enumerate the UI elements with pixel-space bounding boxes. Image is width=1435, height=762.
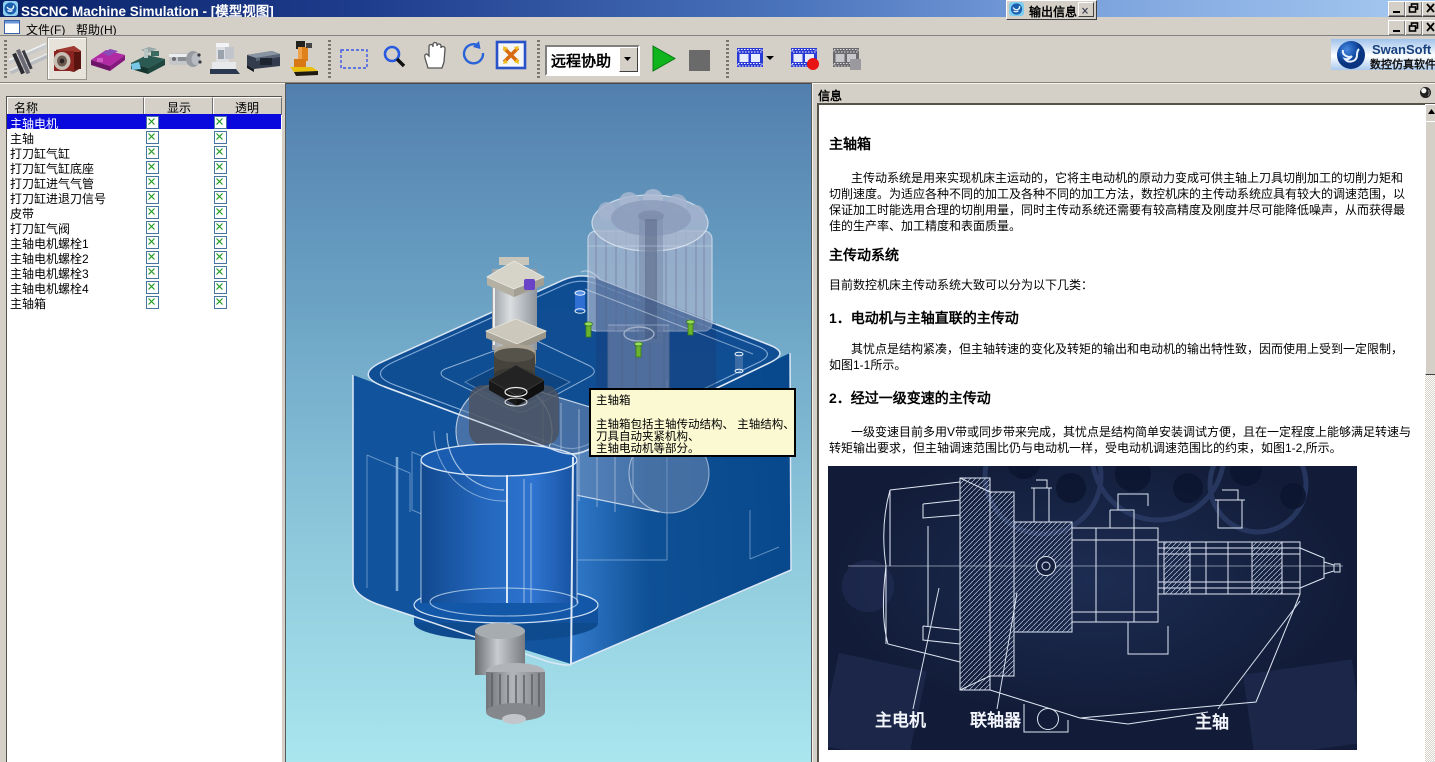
svg-text:联轴器: 联轴器 xyxy=(970,710,1022,730)
svg-text:主轴: 主轴 xyxy=(1195,712,1229,732)
svg-text:主电机: 主电机 xyxy=(875,710,926,730)
